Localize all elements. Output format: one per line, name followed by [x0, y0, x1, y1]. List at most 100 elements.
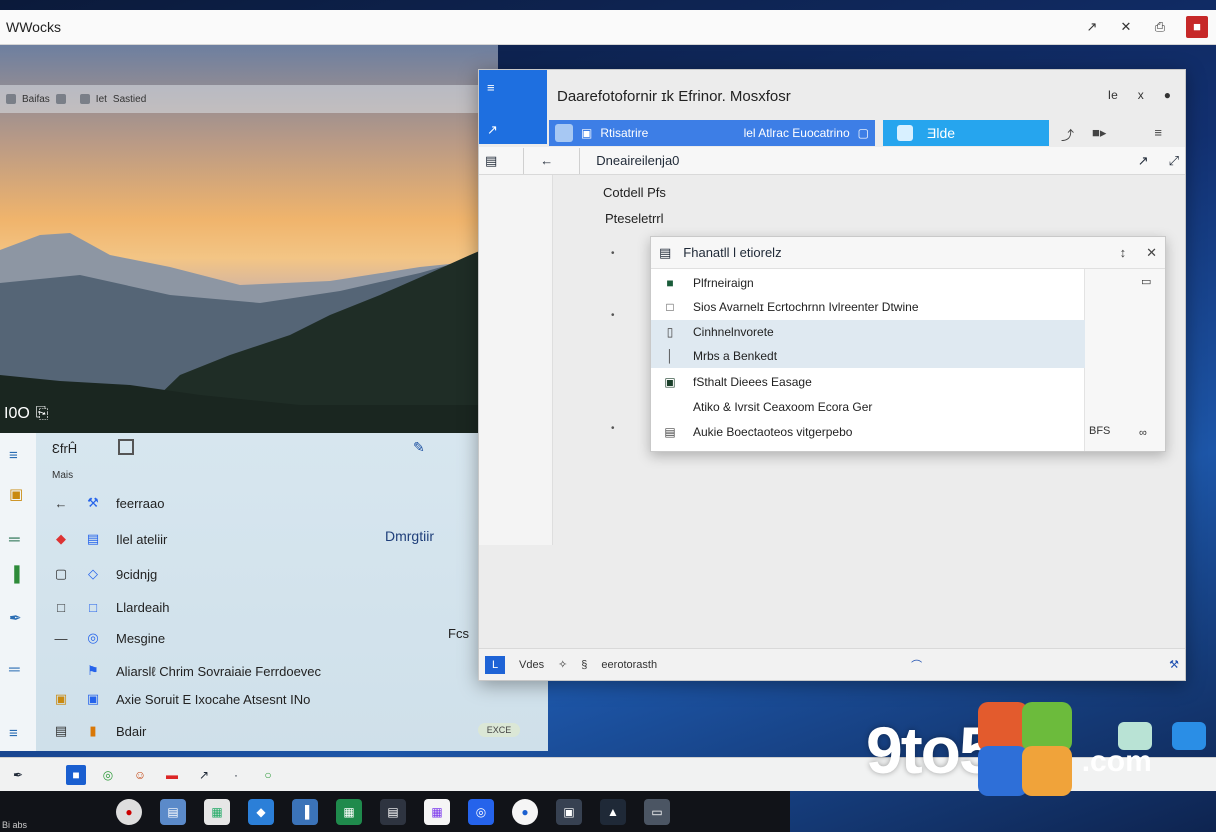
- spinner-icon: ⌒: [911, 659, 923, 672]
- chart-icon[interactable]: ▐: [9, 566, 20, 583]
- pen-icon[interactable]: ✒: [8, 765, 28, 785]
- menu-item[interactable]: ▤ Aukie Boectaoteos vitgerpebo: [651, 420, 1085, 444]
- tab-primary[interactable]: ▣ Rtisatrire lel Atlrac Euocatrino ▢: [549, 120, 875, 146]
- overlay-item[interactable]: Sastied: [113, 94, 146, 105]
- menu-item[interactable]: □ Sios Avarnelɪ Ecrtochrnn Ivlreenter Dt…: [651, 295, 1085, 319]
- gallery-icon[interactable]: ▲: [600, 798, 626, 825]
- sheet-icon[interactable]: ▦: [336, 798, 362, 825]
- tool-icon: ⚒: [87, 495, 99, 510]
- page-icon[interactable]: ▤: [485, 153, 497, 169]
- edge-icon[interactable]: ◎: [468, 798, 494, 825]
- close-icon[interactable]: ▢: [858, 126, 869, 140]
- attach-icon[interactable]: ✧: [558, 658, 567, 671]
- hash-icon[interactable]: §: [581, 659, 587, 671]
- list-item[interactable]: ⚑ Aliarslℓ Chrim Sovraiaie Ferrdoevec: [52, 663, 321, 679]
- status-pill[interactable]: EXCE: [478, 723, 520, 737]
- menu-item[interactable]: Atiko & Ivrsit Ceaxoom Ecora Ger: [651, 395, 1085, 419]
- pin-icon[interactable]: ↗: [487, 122, 498, 138]
- list-item[interactable]: ▢ ◇ 9cidnjg: [52, 566, 157, 582]
- list-item[interactable]: ← ⚒ feerraao: [52, 495, 165, 511]
- link-icon[interactable]: ∞: [1139, 427, 1147, 439]
- dropdown-list: ■ Plfrneiraign □ Sios Avarnelɪ Ecrtochrn…: [651, 269, 1085, 451]
- expand-icon[interactable]: ↗: [1138, 153, 1149, 169]
- window-icon[interactable]: ▭: [1141, 275, 1151, 288]
- menu-item[interactable]: ■ Plfrneiraign: [651, 271, 1085, 295]
- desktop-app-icon[interactable]: [1172, 722, 1206, 750]
- sort-icon[interactable]: ↕: [1120, 245, 1127, 261]
- settings-icon[interactable]: ≡: [1154, 125, 1162, 144]
- share-icon[interactable]: ⤴: [1061, 125, 1074, 144]
- app-icon: [555, 124, 573, 142]
- close-x-icon[interactable]: ✕: [1118, 19, 1134, 35]
- tab-secondary[interactable]: Ǝlde: [883, 120, 1049, 146]
- stack-icon[interactable]: ≡: [9, 725, 18, 742]
- window-footer: L Vdes ✧ § eerotorasth ⌒ ⚒: [479, 648, 1185, 680]
- fullscreen-icon[interactable]: ⤢: [1169, 153, 1179, 169]
- bar-icon[interactable]: ▬: [162, 765, 182, 785]
- display-icon[interactable]: ▣: [556, 798, 582, 825]
- list-item[interactable]: ▤ ▮ Bdair: [52, 723, 147, 739]
- shield-icon[interactable]: ◆: [248, 798, 274, 825]
- app-icon[interactable]: ■: [66, 764, 86, 785]
- pen-icon[interactable]: ✒: [9, 609, 22, 627]
- taskbar-label: Bi abs: [2, 820, 28, 830]
- address-text[interactable]: Dneaireilenja0: [596, 153, 679, 168]
- chrome-icon[interactable]: ◎: [98, 765, 118, 785]
- left-rail: ≡ ▣ ═ ▐ ✒ ═ ≡: [0, 433, 36, 751]
- ring-icon[interactable]: ○: [258, 765, 278, 785]
- files-icon[interactable]: ▦: [204, 798, 230, 825]
- menu-item-label: fSthalt Dieees Easage: [693, 375, 812, 389]
- menu-icon[interactable]: ≡: [9, 447, 18, 464]
- dot-icon[interactable]: ·: [226, 765, 246, 785]
- monitor-icon[interactable]: ▭: [644, 798, 670, 825]
- list-item-label: 9cidnjg: [116, 566, 158, 582]
- frame-icon: □: [57, 600, 65, 615]
- menu-item-label: Aukie Boectaoteos vitgerpebo: [693, 425, 853, 439]
- minimize-button[interactable]: Ie: [1108, 88, 1118, 102]
- close-button[interactable]: x: [1138, 88, 1144, 102]
- back-icon[interactable]: ←: [540, 153, 553, 168]
- menu-item-label: Mrbs a Benkedt: [693, 349, 778, 363]
- menu-item-selected[interactable]: ▯ Cinhnelnvorete: [651, 320, 1085, 344]
- user-icon[interactable]: ☺: [130, 765, 150, 785]
- expand-icon[interactable]: ↗: [1084, 19, 1100, 35]
- overlay-item[interactable]: Baifas: [22, 94, 50, 105]
- panel-header: ƐfrĤ: [52, 441, 78, 456]
- list-item[interactable]: □ □ Llardeaih: [52, 600, 169, 615]
- browser-icon[interactable]: ●: [116, 798, 142, 825]
- list-item-label: Axie Soruit E Ixocahe Atsesnt INo: [116, 691, 311, 707]
- footer-label[interactable]: Vdes: [519, 659, 544, 671]
- menu-item-selected[interactable]: │ Mrbs a Benkedt: [651, 344, 1085, 368]
- window-icon[interactable]: ⎙: [1152, 19, 1168, 35]
- app-icon[interactable]: L: [485, 655, 505, 674]
- list-item[interactable]: ◆ ▤ Ilel ateliir: [52, 531, 167, 547]
- section-subtitle[interactable]: Pteseletrrl: [605, 211, 664, 226]
- close-button[interactable]: ■: [1186, 16, 1208, 38]
- tool-icon[interactable]: ⚒: [1169, 658, 1179, 671]
- folder-icon[interactable]: ▣: [9, 485, 23, 503]
- menu-item-label: Plfrneiraign: [693, 276, 754, 290]
- chart-icon[interactable]: ▐: [292, 798, 318, 825]
- menu-item[interactable]: ▣ fSthalt Dieees Easage: [651, 370, 1085, 394]
- list-item[interactable]: ▣ ▣ Axie Soruit E Ixocahe Atsesnt INo: [52, 691, 311, 707]
- more-button[interactable]: ●: [1164, 88, 1171, 102]
- brush-icon: —: [54, 630, 68, 646]
- list-item[interactable]: — ◎ Mesgine: [52, 630, 166, 646]
- stop-icon[interactable]: ■▸: [1092, 125, 1106, 144]
- overlay-item[interactable]: Iet: [96, 94, 107, 105]
- store-icon[interactable]: ▤: [160, 798, 186, 825]
- expand-icon[interactable]: ↗: [194, 765, 214, 785]
- edit-icon[interactable]: ✎: [413, 439, 425, 456]
- hamburger-icon[interactable]: ≡: [487, 80, 495, 95]
- info-icon[interactable]: ●: [512, 798, 538, 825]
- briefcase-icon[interactable]: ▤: [380, 798, 406, 825]
- list-item-label: Mesgine: [116, 630, 166, 646]
- list-icon[interactable]: ═: [9, 531, 20, 548]
- tiles-icon[interactable]: ▦: [424, 798, 450, 825]
- app-icon: [897, 125, 913, 141]
- checkbox-icon[interactable]: [118, 439, 134, 455]
- list-item-label: feerraao: [116, 495, 165, 511]
- note-icon: ▤: [664, 425, 676, 439]
- lines-icon[interactable]: ═: [9, 661, 20, 678]
- close-icon[interactable]: ✕: [1146, 245, 1157, 261]
